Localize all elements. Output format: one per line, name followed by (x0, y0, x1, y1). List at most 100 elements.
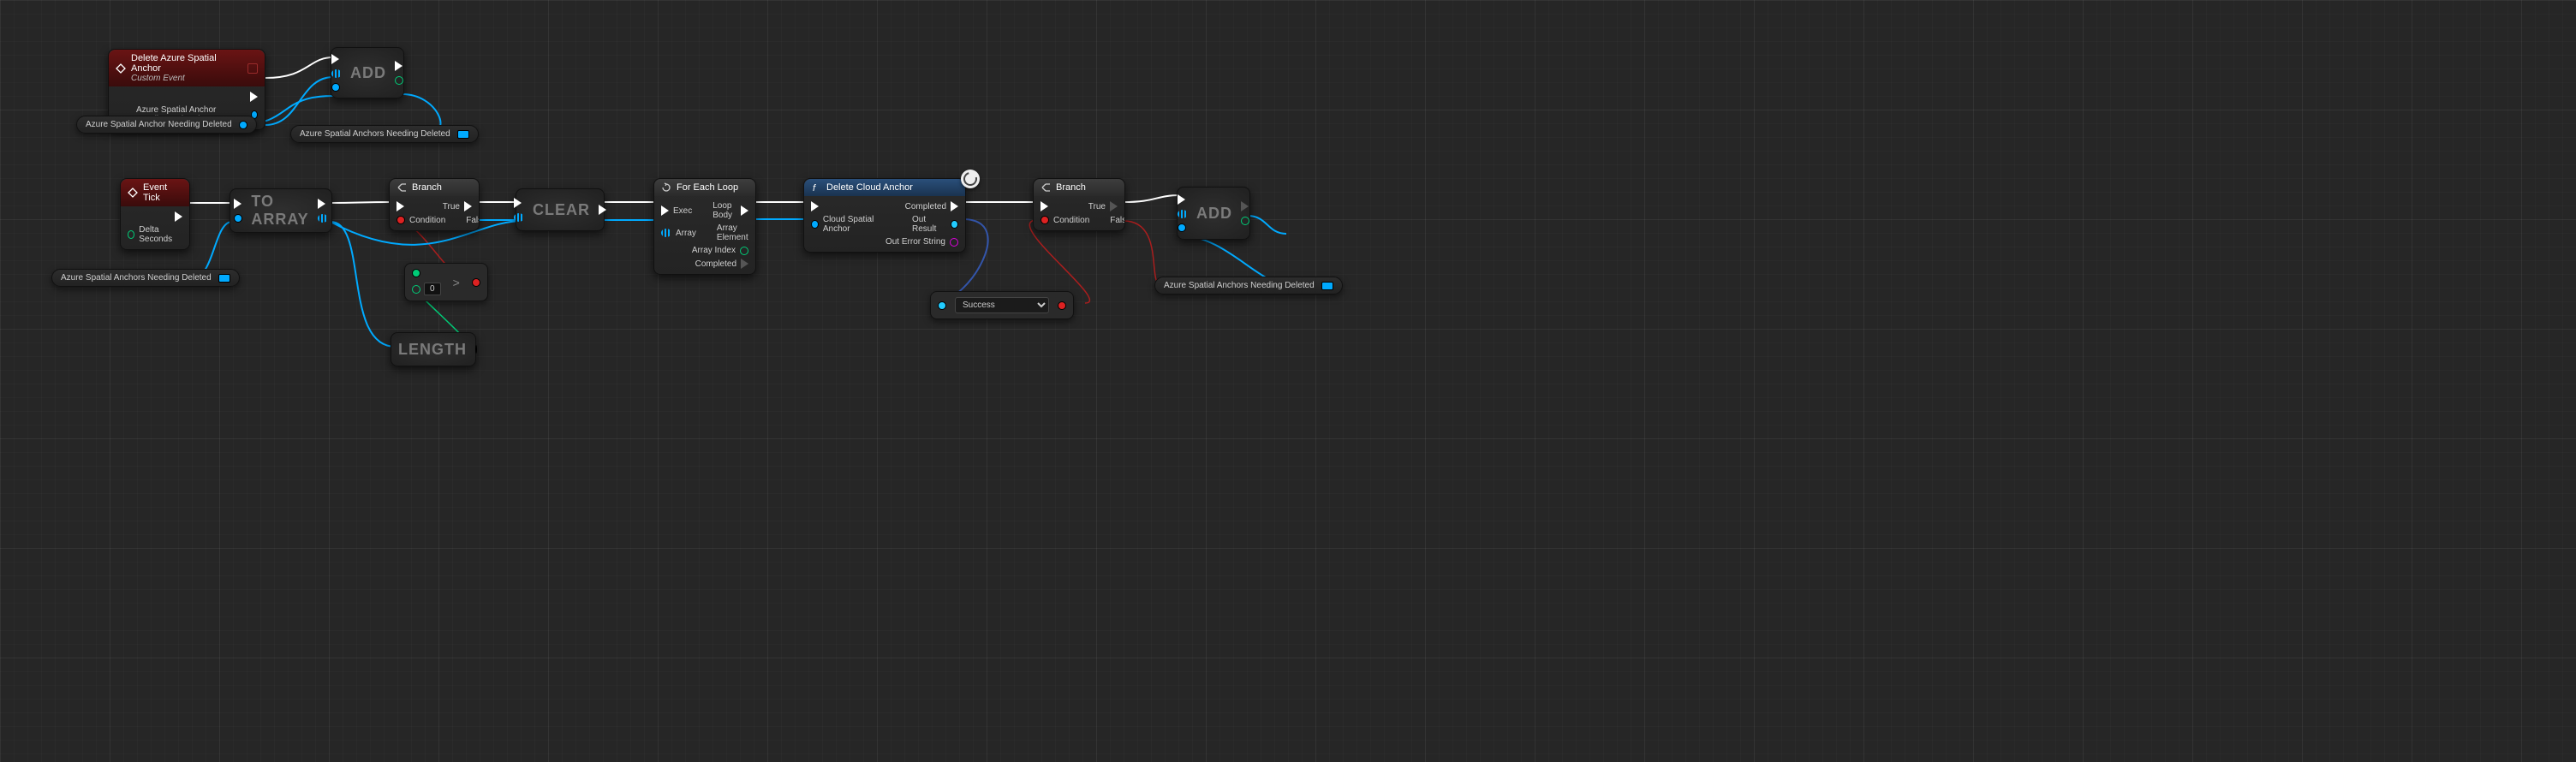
var-label: Azure Spatial Anchors Needing Deleted (300, 129, 450, 139)
var-out-pin[interactable] (239, 121, 247, 129)
node-to-array[interactable]: TO ARRAY (230, 188, 332, 233)
a-in-pin[interactable] (412, 269, 420, 277)
exec-out-pin[interactable] (318, 199, 325, 209)
exec-in-pin[interactable] (514, 198, 522, 208)
exec-out-pin[interactable] (250, 92, 258, 102)
b-in-pin[interactable] (412, 285, 420, 294)
node-array-add-right[interactable]: ADD (1177, 187, 1250, 240)
condition-in-pin[interactable]: Condition (1041, 216, 1089, 225)
node-header: Branch (1034, 179, 1124, 196)
node-header: Branch (390, 179, 479, 196)
event-icon (116, 63, 126, 74)
delegate-pin-icon[interactable] (247, 63, 258, 74)
node-title: Branch (1056, 182, 1086, 193)
svg-text:f: f (813, 183, 816, 193)
index-out-pin[interactable] (1241, 217, 1249, 225)
var-azure-spatial-anchor-needing-deleted[interactable]: Azure Spatial Anchor Needing Deleted (76, 116, 257, 134)
node-title: For Each Loop (677, 182, 738, 193)
wire-layer (0, 0, 2576, 762)
array-target-pin[interactable] (331, 69, 342, 78)
loop-icon (661, 182, 671, 193)
node-subtitle: Custom Event (131, 74, 242, 83)
exec-in-pin[interactable] (234, 199, 242, 209)
input-pin[interactable] (234, 214, 242, 223)
exec-in-pin[interactable] (811, 201, 819, 211)
latent-clock-icon (961, 170, 980, 188)
greater-icon: > (453, 276, 460, 289)
var-azure-spatial-anchors-needing-deleted-right[interactable]: Azure Spatial Anchors Needing Deleted (1154, 277, 1343, 295)
node-title: Branch (412, 182, 442, 193)
node-array-clear[interactable]: CLEAR (516, 188, 605, 231)
node-title: CLEAR (533, 201, 590, 219)
index-out-pin[interactable] (395, 76, 403, 85)
false-out-pin[interactable]: False (1110, 215, 1125, 225)
var-out-pin[interactable] (218, 274, 230, 283)
node-title: Event Tick (143, 182, 182, 203)
exec-out-pin[interactable] (395, 61, 402, 71)
exec-in-pin[interactable] (1041, 201, 1048, 211)
node-title: ADD (1196, 205, 1232, 223)
node-title: Delete Cloud Anchor (826, 182, 913, 193)
node-title: Delete Azure Spatial Anchor (131, 53, 242, 74)
node-array-add-top[interactable]: ADD (331, 47, 404, 98)
true-out-pin[interactable]: True (1088, 201, 1118, 211)
array-out-pin[interactable] (318, 214, 328, 223)
node-header: Event Tick (121, 179, 189, 206)
node-title: ADD (350, 64, 386, 82)
item-pin[interactable] (331, 83, 340, 92)
true-out-pin[interactable]: True (443, 201, 472, 211)
bool-out-pin[interactable] (1058, 301, 1066, 310)
node-for-each-loop[interactable]: For Each Loop Exec Loop Body Array Array… (653, 178, 756, 275)
node-event-tick[interactable]: Event Tick Delta Seconds (120, 178, 190, 250)
exec-in-pin[interactable] (331, 54, 339, 64)
out-result-pin[interactable]: Out Result (912, 215, 958, 234)
exec-in-pin[interactable]: Exec (661, 205, 692, 216)
node-greater-than[interactable]: 0 > (404, 263, 488, 301)
node-header: For Each Loop (654, 179, 755, 196)
var-out-pin[interactable] (1321, 282, 1333, 290)
exec-out-pin[interactable] (1241, 201, 1249, 211)
false-out-pin[interactable]: False (466, 215, 480, 225)
var-out-pin[interactable] (457, 130, 469, 139)
array-target-pin[interactable] (1178, 210, 1188, 218)
exec-in-pin[interactable] (397, 201, 404, 211)
node-branch-2[interactable]: Branch True Condition False (1033, 178, 1125, 231)
length-out-pin[interactable] (475, 345, 477, 354)
bool-out-pin[interactable] (472, 278, 480, 287)
loop-body-out-pin[interactable]: Loop Body (713, 201, 748, 220)
delta-seconds-pin[interactable]: Delta Seconds (128, 225, 182, 244)
exec-out-pin[interactable] (599, 205, 606, 215)
exec-in-pin[interactable] (1178, 194, 1185, 205)
node-equal-enum[interactable]: Success (930, 291, 1074, 319)
var-label: Azure Spatial Anchor Needing Deleted (86, 120, 232, 129)
node-branch-1[interactable]: Branch True Condition False (389, 178, 480, 231)
branch-icon (1041, 182, 1051, 193)
node-header: Delete Azure Spatial Anchor Custom Event (109, 50, 265, 86)
node-title: TO ARRAY (251, 193, 308, 229)
literal-value[interactable]: 0 (424, 283, 441, 295)
enum-in-pin[interactable] (938, 301, 946, 310)
cloud-spatial-anchor-in-pin[interactable]: Cloud Spatial Anchor (811, 215, 891, 234)
node-title: LENGTH (398, 341, 467, 359)
branch-icon (397, 182, 407, 193)
completed-out-pin[interactable]: Completed (695, 259, 748, 269)
completed-out-pin[interactable]: Completed (905, 201, 958, 211)
exec-out-pin[interactable] (175, 211, 182, 222)
node-delete-cloud-anchor[interactable]: f Delete Cloud Anchor Completed Cloud Sp… (803, 178, 966, 253)
node-array-length[interactable]: LENGTH (391, 332, 476, 366)
var-label: Azure Spatial Anchors Needing Deleted (61, 273, 212, 283)
array-index-out-pin[interactable]: Array Index (692, 246, 748, 255)
node-header: f Delete Cloud Anchor (804, 179, 965, 196)
function-icon: f (811, 182, 821, 193)
var-azure-spatial-anchors-needing-deleted-top[interactable]: Azure Spatial Anchors Needing Deleted (290, 125, 479, 143)
array-target-pin[interactable] (514, 213, 524, 222)
event-icon (128, 188, 138, 198)
array-element-out-pin[interactable]: Array Element (717, 223, 756, 242)
item-pin[interactable] (1178, 223, 1186, 232)
var-label: Azure Spatial Anchors Needing Deleted (1164, 281, 1315, 290)
condition-in-pin[interactable]: Condition (397, 216, 445, 225)
out-error-string-pin[interactable]: Out Error String (886, 237, 958, 247)
enum-dropdown[interactable]: Success (955, 297, 1049, 313)
array-in-pin[interactable]: Array (661, 229, 696, 238)
var-azure-spatial-anchors-needing-deleted-left[interactable]: Azure Spatial Anchors Needing Deleted (51, 269, 240, 287)
